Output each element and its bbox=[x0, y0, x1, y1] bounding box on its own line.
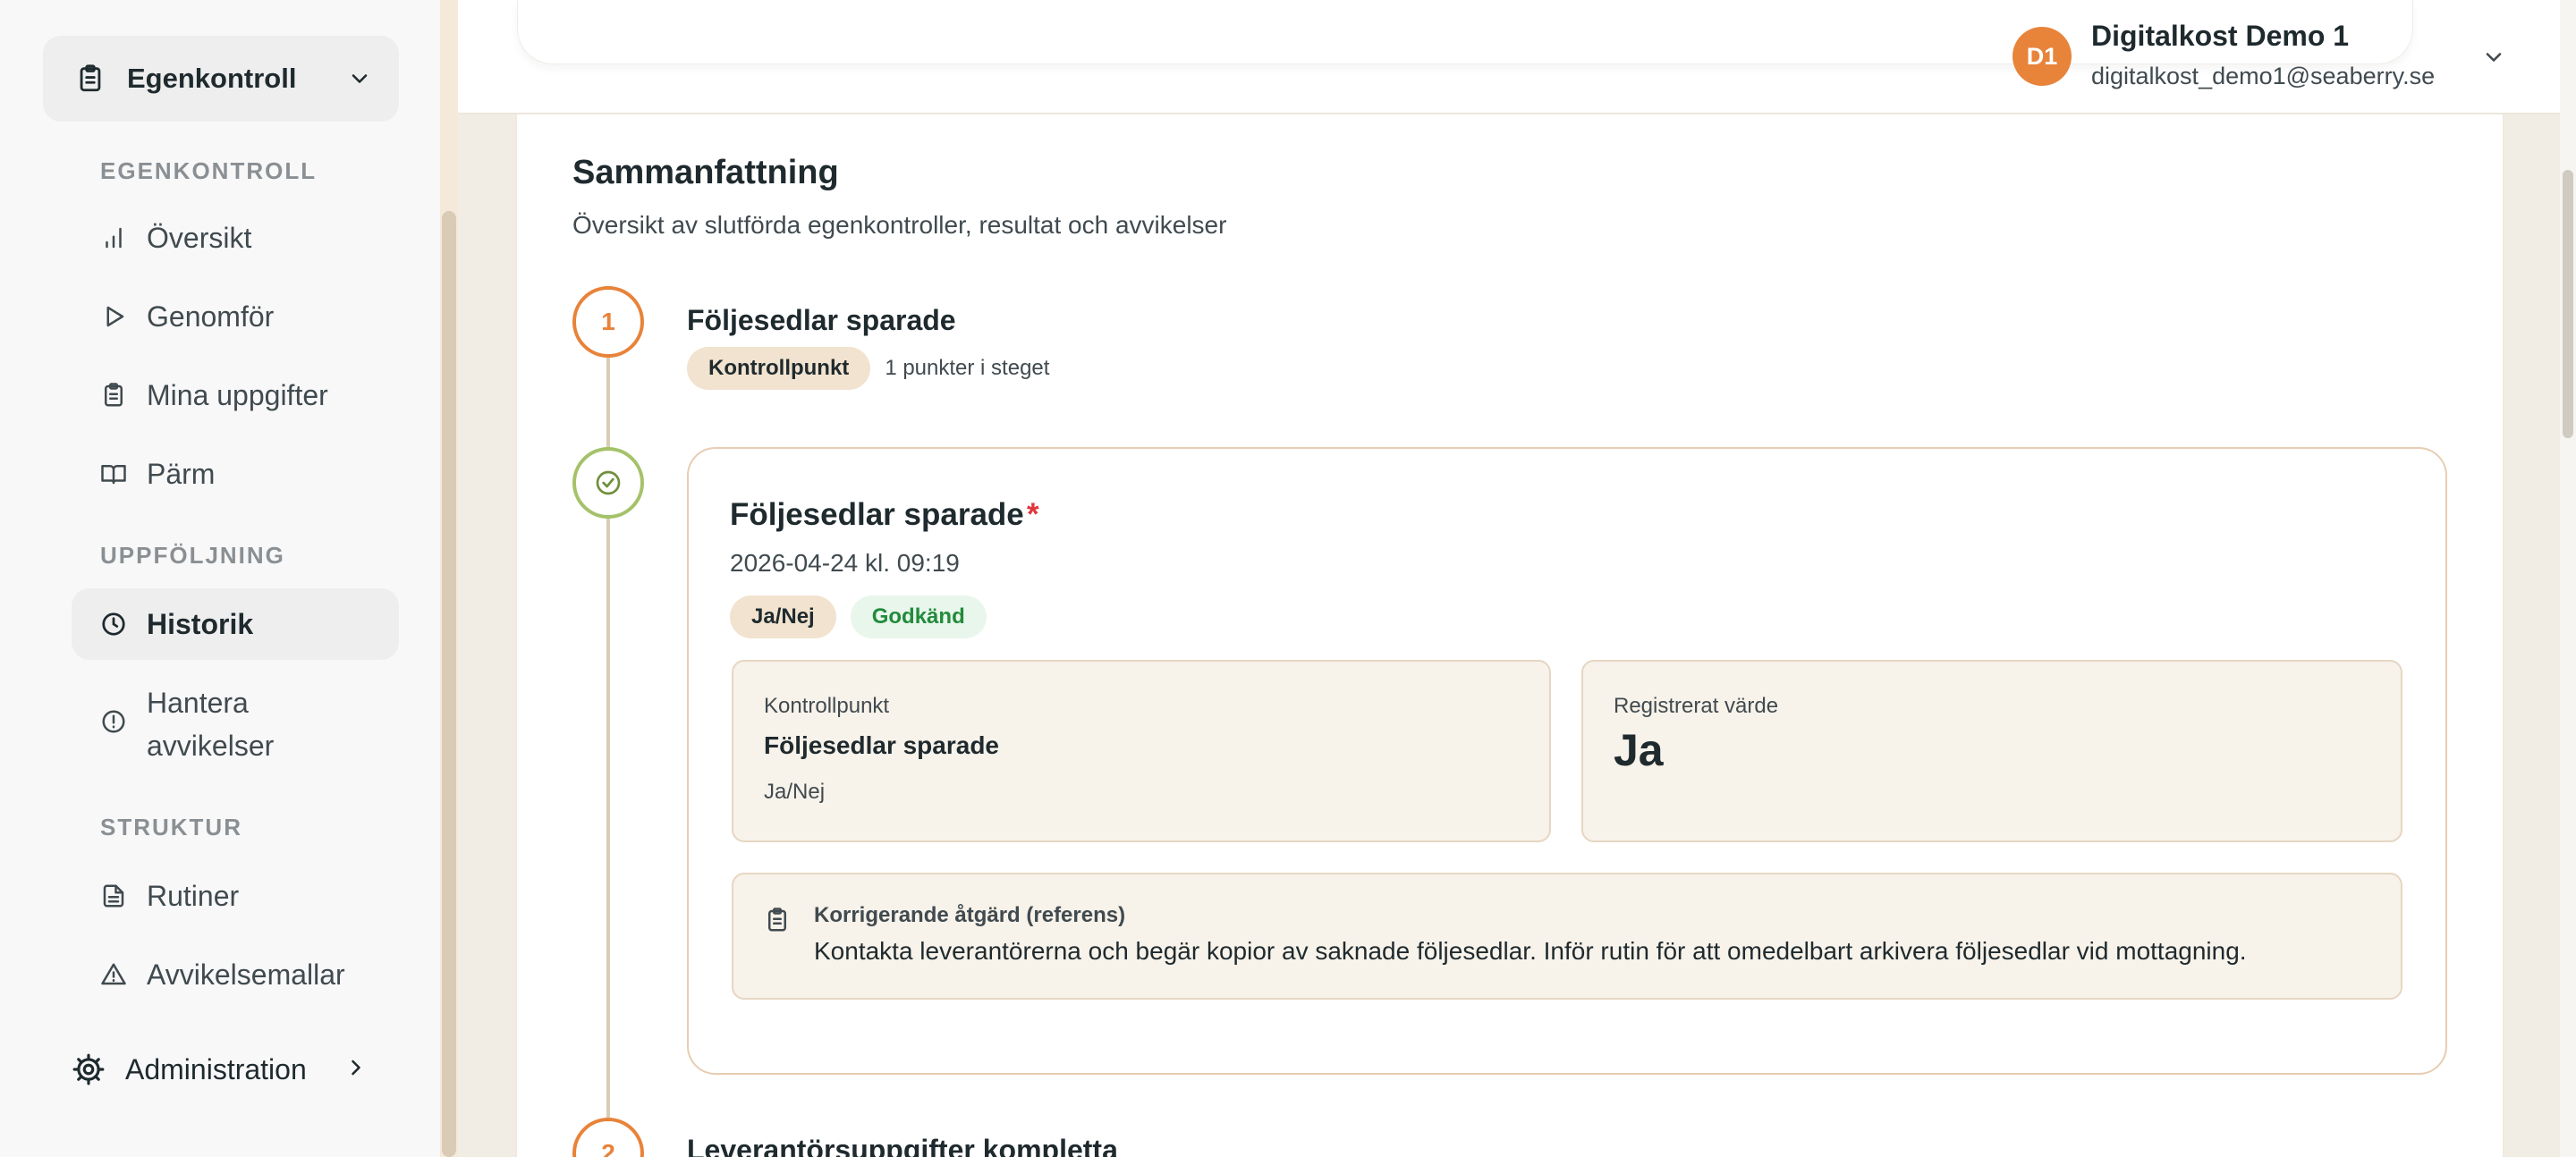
user-email[interactable]: digitalkost_demo1@seaberry.se bbox=[2091, 63, 2435, 90]
sidebar-scrollbar-thumb[interactable] bbox=[442, 211, 456, 1157]
sidebar-item-label: Mina uppgifter bbox=[147, 378, 328, 411]
sidebar-item-hantera-avvikelser[interactable]: Hantera avvikelser bbox=[72, 672, 399, 771]
module-switcher[interactable]: Egenkontroll bbox=[43, 36, 399, 122]
gear-icon bbox=[72, 1052, 106, 1086]
result-title: Följesedlar sparade bbox=[730, 497, 1024, 532]
sidebar-item-mina-uppgifter[interactable]: Mina uppgifter bbox=[72, 359, 399, 431]
chevron-down-icon bbox=[347, 66, 372, 91]
play-icon bbox=[100, 303, 127, 330]
result-chips: Ja/Nej Godkänd bbox=[730, 595, 987, 638]
sidebar-scrollbar[interactable] bbox=[440, 0, 458, 1157]
topbar: D1 Digitalkost Demo 1 digitalkost_demo1@… bbox=[458, 0, 2560, 114]
checkpoint-info-box: Kontrollpunkt Följesedlar sparade Ja/Nej bbox=[732, 660, 1551, 842]
main-scrollbar-thumb[interactable] bbox=[2563, 170, 2573, 438]
clock-icon bbox=[100, 611, 127, 638]
sidebar-item-administration[interactable]: Administration bbox=[72, 1035, 399, 1103]
module-label: Egenkontroll bbox=[127, 63, 297, 94]
required-marker: * bbox=[1027, 497, 1039, 532]
user-name[interactable]: Digitalkost Demo 1 bbox=[2091, 20, 2349, 53]
status-badge: Godkänd bbox=[850, 595, 987, 638]
administration-label: Administration bbox=[125, 1052, 307, 1085]
sidebar-item-label: Avvikelsemallar bbox=[147, 958, 345, 991]
step-title: Leverantörsuppgifter kompletta bbox=[687, 1134, 1118, 1157]
alert-triangle-icon bbox=[100, 961, 127, 988]
file-text-icon bbox=[100, 883, 127, 909]
avatar[interactable]: D1 bbox=[2012, 27, 2072, 86]
section-heading-uppfoljning: UPPFÖLJNING bbox=[100, 542, 285, 569]
result-timestamp: 2026-04-24 kl. 09:19 bbox=[730, 549, 960, 577]
page-title: Sammanfattning bbox=[572, 154, 839, 191]
step-title: Följesedlar sparade bbox=[687, 304, 956, 336]
registered-value: Ja bbox=[1614, 725, 1664, 775]
clipboard-icon bbox=[75, 63, 106, 95]
registered-value-box: Registrerat värde Ja bbox=[1581, 660, 2402, 842]
corrective-action-label: Korrigerande åtgärd (referens) bbox=[814, 903, 1126, 927]
checkpoint-label: Kontrollpunkt bbox=[764, 694, 890, 718]
step-number-badge: 1 bbox=[572, 286, 644, 358]
registered-value-label: Registrerat värde bbox=[1614, 694, 1779, 718]
clipboard-list-icon bbox=[764, 907, 791, 933]
sidebar: Egenkontroll EGENKONTROLL Översikt Genom… bbox=[0, 0, 440, 1157]
alert-circle-icon bbox=[100, 708, 127, 735]
checkpoint-name: Följesedlar sparade bbox=[764, 731, 1000, 759]
step-point-count: 1 punkter i steget bbox=[885, 356, 1050, 380]
timeline-check-marker bbox=[572, 447, 644, 519]
sidebar-item-label: Pärm bbox=[147, 457, 216, 490]
step-meta: Kontrollpunkt 1 punkter i steget bbox=[687, 347, 1049, 390]
corrective-action-text: Kontakta leverantörerna och begär kopior… bbox=[814, 937, 2247, 965]
sidebar-item-label: Historik bbox=[147, 607, 254, 640]
sidebar-item-oversikt[interactable]: Översikt bbox=[72, 202, 399, 274]
sidebar-item-avvikelsemallar[interactable]: Avvikelsemallar bbox=[72, 939, 399, 1010]
sidebar-item-genomfor[interactable]: Genomför bbox=[72, 281, 399, 352]
sidebar-item-label: Rutiner bbox=[147, 879, 240, 912]
chevron-down-icon[interactable] bbox=[2481, 45, 2506, 70]
chevron-right-icon bbox=[343, 1055, 369, 1080]
corrective-action-box: Korrigerande åtgärd (referens) Kontakta … bbox=[732, 873, 2402, 1000]
sidebar-item-historik[interactable]: Historik bbox=[72, 588, 399, 660]
answer-type-chip: Ja/Nej bbox=[730, 595, 836, 638]
checkpoint-type: Ja/Nej bbox=[764, 780, 826, 804]
page-subtitle: Översikt av slutförda egenkontroller, re… bbox=[572, 211, 1227, 239]
section-heading-egenkontroll: EGENKONTROLL bbox=[100, 157, 318, 184]
check-circle-icon bbox=[594, 469, 623, 497]
book-open-icon bbox=[100, 460, 127, 487]
sidebar-item-label: Hantera avvikelser bbox=[147, 687, 275, 762]
clipboard-list-icon bbox=[100, 382, 127, 409]
sidebar-item-parm[interactable]: Pärm bbox=[72, 438, 399, 510]
main-scrollbar[interactable] bbox=[2560, 0, 2576, 1157]
step-type-chip: Kontrollpunkt bbox=[687, 347, 871, 390]
sidebar-item-rutiner[interactable]: Rutiner bbox=[72, 860, 399, 932]
bar-chart-icon bbox=[100, 224, 127, 251]
sidebar-item-label: Översikt bbox=[147, 221, 252, 254]
sidebar-item-label: Genomför bbox=[147, 300, 275, 333]
section-heading-struktur: STRUKTUR bbox=[100, 814, 242, 840]
